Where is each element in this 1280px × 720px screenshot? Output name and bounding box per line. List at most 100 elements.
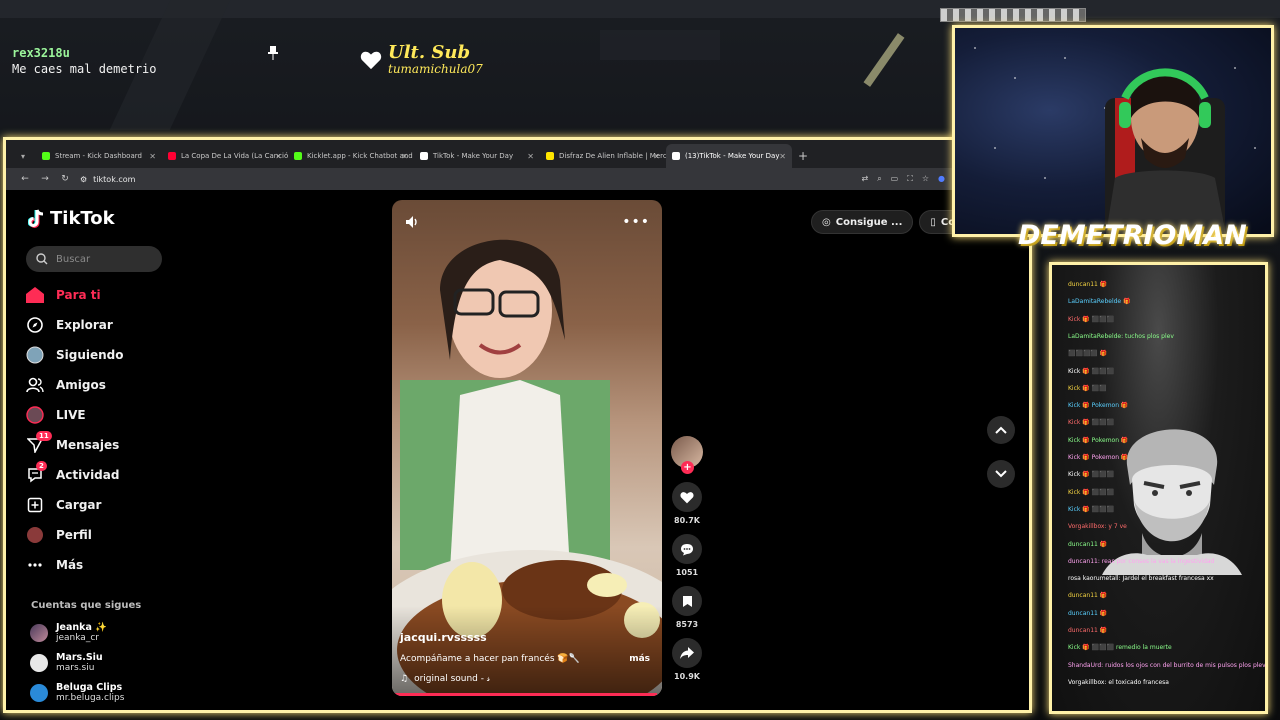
like-count: 80.7K — [674, 516, 700, 525]
account-handle: mr.beluga.clips — [56, 693, 125, 703]
close-tab-icon[interactable]: ✕ — [401, 152, 408, 161]
chat-line: ShandaUrd: ruidos los ojos con del burri… — [1068, 661, 1266, 669]
sidebar-item-explorar[interactable]: Explorar — [26, 310, 124, 340]
comment-action[interactable]: 1051 — [670, 534, 704, 577]
pin-icon — [268, 46, 278, 60]
avatar — [30, 684, 48, 702]
tiktok-logo[interactable]: TikTok — [28, 208, 115, 229]
close-tab-icon[interactable]: ✕ — [527, 152, 534, 161]
save-action[interactable]: 8573 — [670, 586, 704, 629]
chat-line: Vorgakillbox: y 7 ve — [1068, 523, 1127, 531]
stream-chat-panel: duncan11 🎁 LaDamitaRebelde 🎁 Kick 🎁 ⬛⬛⬛ LaD… — [1049, 262, 1268, 714]
chat-line: Kick 🎁 Pokemon 🎁 — [1068, 454, 1129, 461]
close-tab-icon[interactable]: ✕ — [779, 152, 786, 161]
translate-icon[interactable]: ⇄ — [861, 174, 868, 184]
overlay-chat-user: rex3218u — [12, 46, 70, 60]
tiktok-page: TikTok Buscar Para ti Explorar Siguiendo… — [6, 190, 1029, 710]
youtube-favicon-icon — [168, 152, 176, 160]
tab-search-icon[interactable]: ▾ — [16, 149, 30, 163]
profile-icon — [26, 526, 44, 544]
previous-video-button[interactable] — [987, 416, 1015, 444]
following-section-title: Cuentas que sigues — [31, 600, 142, 611]
video-frame-person — [400, 239, 610, 570]
webcam-streamer-image — [974, 47, 1256, 234]
sidebar-item-mas[interactable]: Más — [26, 550, 124, 580]
sidebar-item-perfil[interactable]: Perfil — [26, 520, 124, 550]
comment-count: 1051 — [675, 568, 699, 577]
mercadolibre-favicon-icon — [546, 152, 554, 160]
caption-more-link[interactable]: más — [629, 654, 650, 664]
site-info-icon[interactable]: ⚙ — [80, 175, 87, 184]
extension-icon[interactable]: ● — [938, 174, 945, 184]
sidebar-nav: Para ti Explorar Siguiendo Amigos LIVE 1… — [26, 280, 124, 580]
sidebar-item-mensajes[interactable]: 11 Mensajes — [26, 430, 124, 460]
following-account[interactable]: Jeanka ✨ jeanka_cr — [30, 622, 107, 644]
like-action[interactable]: 80.7K — [670, 482, 704, 525]
tab-kicklet[interactable]: Kicklet.app - Kick Chatbot and ... ✕ — [288, 144, 414, 168]
account-name: Mars.Siu — [56, 652, 103, 663]
sidebar-item-label: Para ti — [56, 288, 101, 302]
bookmark-star-icon[interactable]: ☆ — [922, 174, 929, 184]
avatar — [30, 624, 48, 642]
search-input[interactable]: Buscar — [26, 246, 162, 272]
video-sound[interactable]: ♫ original sound - 𝓈 — [400, 674, 490, 684]
new-tab-button[interactable]: + — [798, 149, 808, 163]
last-sub-name: tumamichula07 — [388, 62, 483, 76]
heart-icon — [360, 51, 382, 70]
video-more-options-icon[interactable]: ••• — [622, 214, 650, 230]
tiktok-favicon-icon — [420, 152, 428, 160]
activity-icon: 2 — [26, 461, 47, 484]
tab-kick-dashboard[interactable]: Stream - Kick Dashboard ✕ — [36, 144, 162, 168]
forward-icon[interactable]: → — [40, 174, 50, 184]
kicklet-favicon-icon — [294, 152, 302, 160]
following-account[interactable]: Mars.Siu mars.siu — [30, 652, 103, 674]
creator-avatar[interactable]: + — [671, 436, 703, 474]
follow-plus-icon[interactable]: + — [681, 461, 694, 474]
chat-line: ⬛⬛⬛⬛ 🎁 — [1068, 350, 1108, 358]
video-progress-bar[interactable] — [392, 693, 657, 696]
search-placeholder: Buscar — [56, 253, 91, 265]
cast-icon[interactable]: ▭ — [891, 174, 899, 184]
sidebar-item-label: Más — [56, 558, 84, 572]
video-player[interactable]: ••• jacqui.rvsssss Acompáñame a hacer pa… — [392, 200, 662, 696]
sidebar-item-amigos[interactable]: Amigos — [26, 370, 124, 400]
share-action[interactable]: 10.9K — [670, 638, 704, 681]
zoom-icon[interactable]: ⌕ — [877, 174, 881, 184]
get-coins-button[interactable]: ◎ Consigue ... — [811, 210, 914, 234]
tiktok-favicon-icon — [672, 152, 680, 160]
following-account[interactable]: Beluga Clips mr.beluga.clips — [30, 682, 124, 704]
url-field[interactable]: ⚙ tiktok.com — [80, 175, 135, 184]
video-author[interactable]: jacqui.rvsssss — [400, 631, 487, 644]
chat-line: rosa kaorumetall: Jardel el breakfast fr… — [1068, 575, 1214, 583]
coin-icon: ◎ — [822, 216, 831, 228]
screenshot-icon[interactable]: ⛶ — [907, 174, 913, 184]
home-icon — [26, 286, 44, 304]
save-count: 8573 — [675, 620, 699, 629]
sidebar-item-cargar[interactable]: Cargar — [26, 490, 124, 520]
next-video-button[interactable] — [987, 460, 1015, 488]
chat-line: duncan11 🎁 — [1068, 540, 1108, 548]
chat-line: Kick 🎁 ⬛⬛ — [1068, 384, 1107, 392]
tab-youtube[interactable]: La Copa De La Vida (La Canción... ✕ — [162, 144, 288, 168]
chat-line: duncan11 🎁 — [1068, 609, 1108, 617]
volume-icon[interactable] — [404, 214, 420, 230]
tab-mercadolibre[interactable]: Disfraz De Alien Inflable | Merc... ✕ — [540, 144, 666, 168]
close-tab-icon[interactable]: ✕ — [275, 152, 282, 161]
reload-icon[interactable]: ↻ — [60, 174, 70, 184]
close-tab-icon[interactable]: ✕ — [149, 152, 156, 161]
chat-line: Kick 🎁 Pokemon 🎁 — [1068, 436, 1129, 444]
phone-icon: ▯ — [930, 216, 936, 228]
close-tab-icon[interactable]: ✕ — [653, 152, 660, 161]
avatar — [30, 654, 48, 672]
sidebar-item-siguiendo[interactable]: Siguiendo — [26, 340, 124, 370]
sidebar-item-live[interactable]: LIVE — [26, 400, 124, 430]
overlay-chat-text: Me caes mal demetrio — [12, 62, 157, 76]
chat-line: Vorgakillbox: el toxicado francesa — [1068, 678, 1169, 686]
tab-tiktok[interactable]: TikTok - Make Your Day ✕ — [414, 144, 540, 168]
sidebar-item-actividad[interactable]: 2 Actividad — [26, 460, 124, 490]
notification-badge: 11 — [36, 431, 52, 441]
sidebar-item-para-ti[interactable]: Para ti — [26, 280, 124, 310]
back-icon[interactable]: ← — [20, 174, 30, 184]
last-sub-title: Ult. Sub — [388, 42, 471, 63]
tab-tiktok-active[interactable]: (13)TikTok - Make Your Day ✕ — [666, 144, 792, 168]
